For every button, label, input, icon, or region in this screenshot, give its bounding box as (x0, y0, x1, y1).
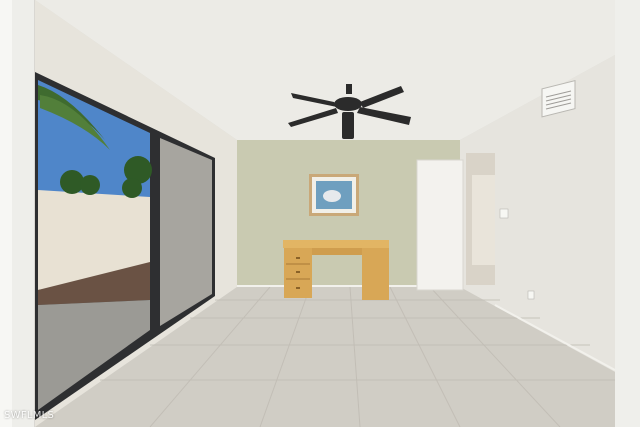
photo-watermark: SWFLMLS (4, 410, 55, 421)
glass-panel-right (160, 138, 212, 326)
room-illustration (0, 0, 640, 427)
left-door-jamb (12, 0, 34, 427)
open-door (416, 159, 464, 291)
right-door-jamb (615, 0, 640, 427)
left-door-edge (0, 0, 12, 427)
picture-subject (323, 190, 341, 202)
light-switch (499, 208, 509, 219)
wall-outlet (527, 290, 535, 300)
room-photo: SWFLMLS (0, 0, 640, 427)
hallway-wall (472, 175, 495, 265)
